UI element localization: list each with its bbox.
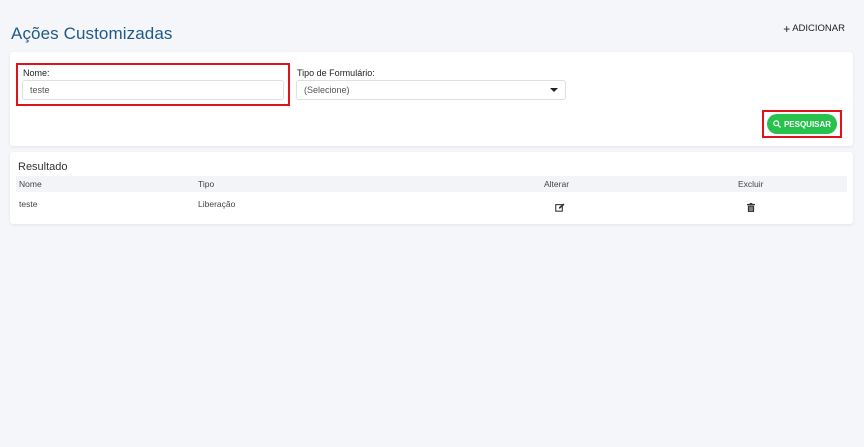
tipo-formulario-select[interactable]: (Selecione) xyxy=(296,80,566,100)
add-button[interactable]: + ADICIONAR xyxy=(783,21,845,36)
nome-input-value: teste xyxy=(30,85,50,95)
column-header-alterar: Alterar xyxy=(544,179,570,189)
column-header-tipo: Tipo xyxy=(198,179,215,189)
column-header-excluir: Excluir xyxy=(738,179,764,189)
tipo-formulario-value: (Selecione) xyxy=(304,85,350,95)
add-button-label: ADICIONAR xyxy=(792,23,845,34)
cell-nome: teste xyxy=(19,199,38,209)
nome-input[interactable]: teste xyxy=(22,80,284,100)
results-panel: Resultado Nome Tipo Alterar Excluir test… xyxy=(10,152,853,224)
trash-icon[interactable] xyxy=(747,199,755,217)
search-icon xyxy=(773,120,781,128)
filter-panel: Nome: teste Tipo de Formulário: (Selecio… xyxy=(10,52,853,146)
column-header-nome: Nome xyxy=(19,179,42,189)
cell-tipo: Liberação xyxy=(198,199,236,209)
table-header: Nome Tipo Alterar Excluir xyxy=(16,176,847,192)
page-title: Ações Customizadas xyxy=(11,24,173,43)
results-title: Resultado xyxy=(18,161,68,173)
search-button-label: PESQUISAR xyxy=(783,119,832,129)
search-button[interactable]: PESQUISAR xyxy=(767,114,837,134)
nome-field-highlight: Nome: teste xyxy=(16,63,290,106)
chevron-down-icon xyxy=(550,88,558,92)
search-button-highlight: PESQUISAR xyxy=(762,110,842,138)
nome-label: Nome: xyxy=(23,68,50,78)
edit-icon[interactable] xyxy=(555,199,565,217)
table-row: teste Liberação xyxy=(16,195,847,213)
plus-icon: + xyxy=(783,21,791,36)
tipo-formulario-label: Tipo de Formulário: xyxy=(297,68,375,78)
